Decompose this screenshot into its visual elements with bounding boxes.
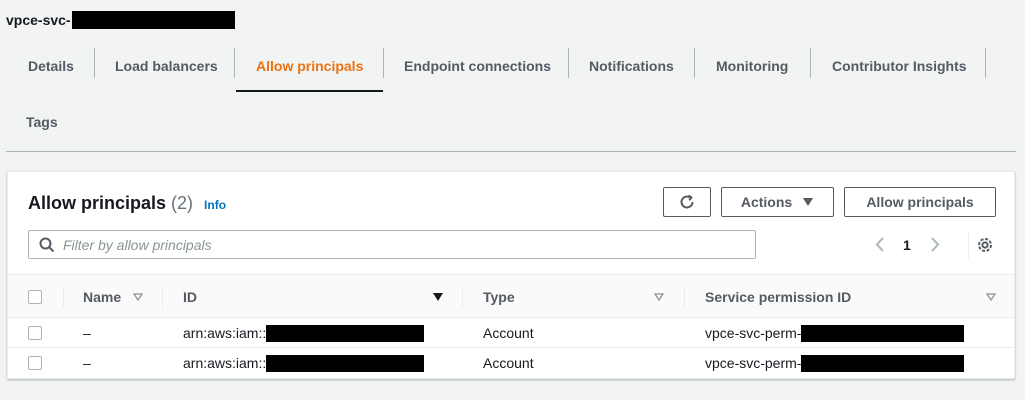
chevron-right-icon[interactable] bbox=[929, 230, 941, 259]
type-cell: Account bbox=[483, 325, 534, 341]
table-row[interactable]: – arn:aws:iam:: Account vpce-svc-perm- bbox=[8, 318, 1014, 348]
id-cell: arn:aws:iam:: bbox=[183, 348, 425, 378]
select-all-cell bbox=[28, 275, 42, 319]
tab-endpoint-connections[interactable]: Endpoint connections bbox=[404, 40, 551, 92]
id-text: arn:aws:iam:: bbox=[183, 325, 267, 341]
actions-label: Actions bbox=[740, 194, 793, 210]
id-cell: arn:aws:iam:: bbox=[183, 318, 425, 348]
sort-descending-icon[interactable] bbox=[432, 292, 444, 302]
caret-down-icon bbox=[803, 198, 814, 206]
column-header-name[interactable]: Name bbox=[83, 275, 121, 319]
column-divider bbox=[462, 286, 463, 308]
page-title: vpce-svc- bbox=[6, 11, 235, 29]
search-icon bbox=[39, 237, 55, 252]
tab-notifications[interactable]: Notifications bbox=[589, 40, 674, 92]
tab-divider bbox=[234, 48, 235, 78]
column-divider bbox=[63, 286, 64, 308]
tab-divider bbox=[810, 48, 811, 78]
tab-divider bbox=[568, 48, 569, 78]
tab-divider bbox=[694, 48, 695, 78]
sort-icon[interactable] bbox=[986, 293, 996, 301]
sort-icon[interactable] bbox=[133, 293, 143, 301]
permission-id-cell: vpce-svc-perm- bbox=[705, 318, 965, 348]
allow-principals-button[interactable]: Allow principals bbox=[844, 187, 996, 217]
info-link[interactable]: Info bbox=[204, 198, 226, 212]
id-text: arn:aws:iam:: bbox=[183, 355, 267, 371]
name-cell: – bbox=[83, 355, 91, 371]
principals-count: (2) bbox=[171, 193, 194, 213]
select-all-checkbox[interactable] bbox=[28, 290, 42, 304]
permission-id-cell: vpce-svc-perm- bbox=[705, 348, 965, 378]
redacted-service-id bbox=[71, 11, 235, 29]
sort-icon[interactable] bbox=[654, 293, 664, 301]
table-row[interactable]: – arn:aws:iam:: Account vpce-svc-perm- bbox=[8, 348, 1014, 378]
page-title-text: vpce-svc- bbox=[6, 12, 71, 28]
pager-divider bbox=[968, 232, 969, 258]
pagination: 1 bbox=[874, 230, 941, 259]
tab-details[interactable]: Details bbox=[28, 40, 74, 92]
panel-title: Allow principals bbox=[28, 193, 167, 213]
column-header-type[interactable]: Type bbox=[483, 275, 515, 319]
actions-button[interactable]: Actions bbox=[721, 187, 834, 217]
column-header-service-permission-id[interactable]: Service permission ID bbox=[705, 275, 851, 319]
redacted-permission-id bbox=[801, 354, 965, 372]
type-cell: Account bbox=[483, 355, 534, 371]
permission-id-text: vpce-svc-perm- bbox=[705, 355, 802, 371]
refresh-icon bbox=[680, 194, 694, 209]
row-checkbox[interactable] bbox=[28, 356, 42, 370]
redacted-account-id bbox=[266, 354, 425, 372]
row-select-cell bbox=[28, 348, 42, 378]
search-input[interactable] bbox=[63, 236, 743, 253]
permission-id-text: vpce-svc-perm- bbox=[705, 325, 802, 341]
column-header-id[interactable]: ID bbox=[183, 275, 197, 319]
tab-tags[interactable]: Tags bbox=[26, 96, 58, 148]
redacted-account-id bbox=[266, 324, 425, 342]
name-cell: – bbox=[83, 325, 91, 341]
table-header: Name ID Type Service permission ID bbox=[8, 274, 1014, 318]
tab-divider bbox=[94, 48, 95, 78]
tab-load-balancers[interactable]: Load balancers bbox=[115, 40, 218, 92]
redacted-permission-id bbox=[801, 324, 965, 342]
tab-allow-principals[interactable]: Allow principals bbox=[236, 40, 384, 92]
tab-bar: Details Load balancers Allow principals … bbox=[6, 40, 1016, 152]
column-divider bbox=[684, 286, 685, 308]
allow-principals-button-label: Allow principals bbox=[866, 194, 974, 210]
row-checkbox[interactable] bbox=[28, 326, 42, 340]
allow-principals-panel: Allow principals (2) Info Actions Allow … bbox=[7, 171, 1015, 379]
row-select-cell bbox=[28, 318, 42, 348]
tab-monitoring[interactable]: Monitoring bbox=[716, 40, 788, 92]
tab-contributor-insights[interactable]: Contributor Insights bbox=[832, 40, 967, 92]
tab-divider bbox=[985, 48, 986, 78]
refresh-button[interactable] bbox=[663, 187, 711, 217]
settings-gear-icon[interactable] bbox=[976, 236, 994, 254]
panel-header: Allow principals (2) Info bbox=[28, 193, 226, 214]
filter-search bbox=[28, 230, 756, 259]
tab-divider bbox=[383, 48, 384, 78]
chevron-left-icon[interactable] bbox=[874, 230, 886, 259]
column-divider bbox=[162, 286, 163, 308]
page-number[interactable]: 1 bbox=[903, 237, 911, 253]
